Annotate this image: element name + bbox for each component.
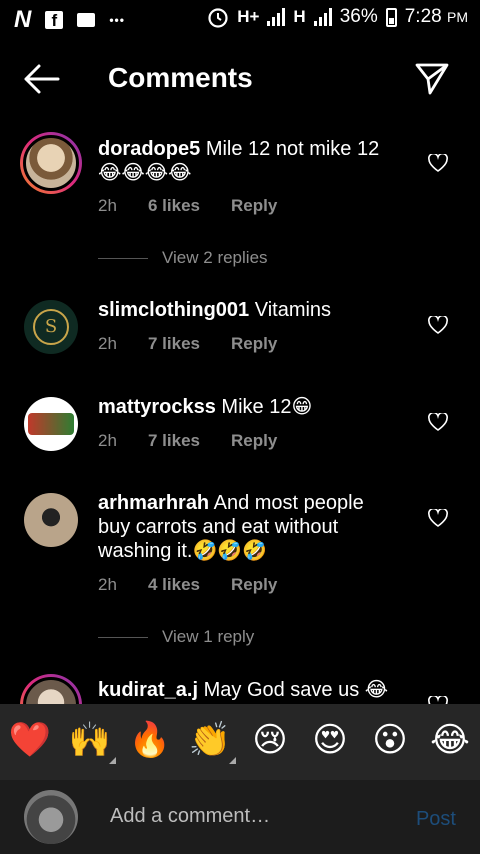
signal-icon-1 [267,8,286,26]
replies-divider [98,257,148,259]
page-title: Comments [108,62,253,93]
signal-icon-2 [313,8,332,26]
network-type-2: H [293,7,306,26]
likes-count[interactable]: 7 likes [148,431,231,451]
reply-button[interactable]: Reply [231,334,277,354]
more-notifications-icon: ••• [109,13,125,27]
my-avatar [24,790,78,844]
avatar-graphic [28,413,74,435]
back-arrow-icon[interactable] [22,62,62,96]
reply-button[interactable]: Reply [231,196,277,216]
heart-eyes-emoji-button[interactable]: 😍 [308,720,352,760]
likes-count[interactable]: 4 likes [148,575,231,595]
comment-emoji: 😂😂😂😂 [98,162,192,184]
avatar[interactable]: S [24,300,78,354]
status-bar: N f ••• H+ H 36% 7:28 PM [0,0,480,38]
comment-text: mattyrockss Mike 12😁 [98,396,313,418]
facebook-icon: f [45,11,64,30]
like-heart-icon[interactable] [428,316,448,334]
share-icon[interactable] [414,60,450,96]
likes-count[interactable]: 7 likes [148,334,231,354]
fire-emoji-button[interactable]: 🔥 [128,720,172,760]
likes-count[interactable]: 6 likes [148,196,231,216]
laughing-emoji-button[interactable]: 😂 [428,720,472,760]
reply-button[interactable]: Reply [231,431,277,451]
quick-reaction-bar: ❤️ 🙌 🔥 👏 😢 😍 😮 😂 [0,704,480,780]
like-heart-icon[interactable] [428,413,448,431]
avatar[interactable] [24,493,78,547]
comment-emoji: 😁 [291,396,313,418]
comment-emoji: 😂 [364,679,389,701]
message-icon [77,13,96,27]
add-comment-input[interactable] [108,804,392,829]
comment-text: slimclothing001 Vitamins [98,299,332,321]
comment-username[interactable]: arhmarhrah [98,492,209,514]
view-replies-button[interactable]: View 1 reply [98,627,254,647]
avatar[interactable] [24,397,78,451]
comment-time: 2h [98,575,117,594]
view-replies-button[interactable]: View 2 replies [98,248,268,268]
avatar[interactable] [20,132,82,194]
brand-logo: S [33,309,69,345]
network-type-1: H+ [237,7,260,26]
alarm-icon [208,8,228,28]
comment-username[interactable]: kudirat_a.j [98,679,198,701]
replies-divider [98,636,148,638]
heart-emoji-button[interactable]: ❤️ [8,720,52,760]
comment-time: 2h [98,431,117,450]
clapping-emoji-button[interactable]: 👏 [188,720,236,764]
comment-username[interactable]: slimclothing001 [98,299,249,321]
comment-text: kudirat_a.j May God save us 😂 [98,679,389,701]
comment-emoji: 🤣🤣🤣 [192,540,268,562]
clock: 7:28 PM [404,6,468,27]
raising-hands-emoji-button[interactable]: 🙌 [68,720,116,764]
like-heart-icon[interactable] [428,509,448,527]
comment-text: arhmarhrah And most people buy carrots a… [98,492,364,562]
like-heart-icon[interactable] [428,154,448,172]
comment-composer: Post [0,780,480,854]
comment-username[interactable]: mattyrockss [98,396,216,418]
comment-time: 2h [98,196,117,215]
header: Comments [0,52,480,106]
battery-icon [385,7,397,27]
skin-tone-indicator [229,757,236,764]
n-app-icon: N [14,6,32,33]
comment-username[interactable]: doradope5 [98,138,200,160]
crying-emoji-button[interactable]: 😢 [248,720,292,760]
comment-time: 2h [98,334,117,353]
post-button[interactable]: Post [416,808,456,831]
skin-tone-indicator [109,757,116,764]
surprised-emoji-button[interactable]: 😮 [368,720,412,760]
battery-percent: 36% [339,6,378,27]
reply-button[interactable]: Reply [231,575,277,595]
comment-text: doradope5 Mile 12 not mike 12 😂😂😂😂 [98,138,380,184]
